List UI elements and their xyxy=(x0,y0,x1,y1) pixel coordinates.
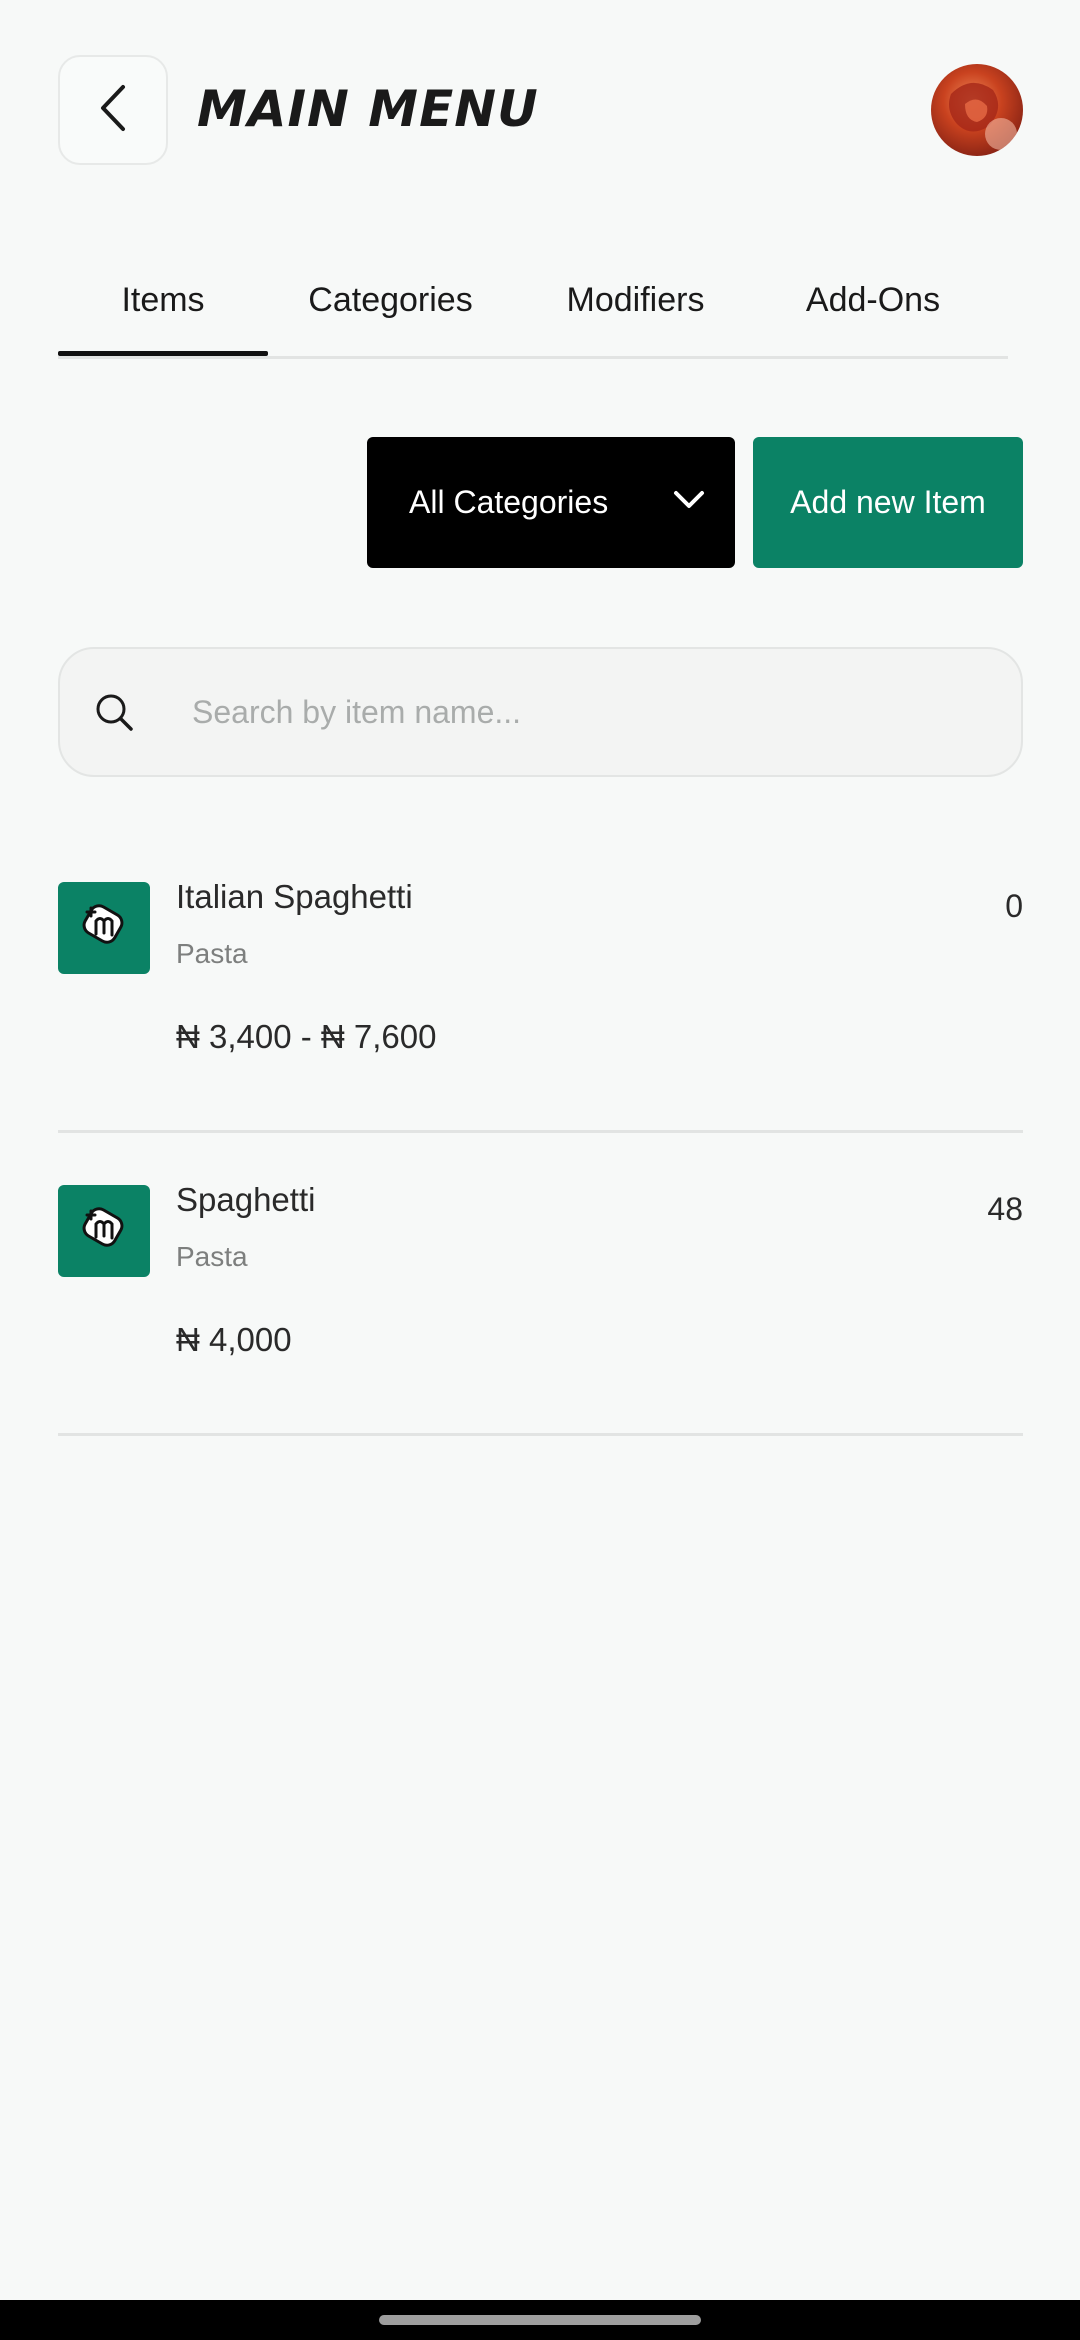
item-price: ₦ 3,400 - ₦ 7,600 xyxy=(176,1018,437,1055)
tabs-divider xyxy=(58,356,1008,359)
item-quantity: 0 xyxy=(1005,888,1023,924)
item-category: Pasta xyxy=(176,1241,248,1272)
active-tab-indicator xyxy=(58,351,268,356)
search-icon xyxy=(90,688,138,736)
menu-logo-icon xyxy=(74,896,134,961)
item-name: Italian Spaghetti xyxy=(176,878,413,915)
chevron-down-icon xyxy=(673,489,705,516)
category-filter-select[interactable]: All Categories xyxy=(367,437,735,568)
tab-bar: Items Categories Modifiers Add-Ons xyxy=(58,268,1008,358)
avatar[interactable] xyxy=(931,64,1023,156)
list-item[interactable]: Spaghetti Pasta ₦ 4,000 48 xyxy=(58,1133,1023,1436)
back-button[interactable] xyxy=(58,55,168,165)
menu-logo-icon xyxy=(74,1199,134,1264)
tab-categories[interactable]: Categories xyxy=(268,268,513,332)
item-quantity: 48 xyxy=(987,1191,1023,1227)
category-filter-value: All Categories xyxy=(409,484,609,520)
tab-items[interactable]: Items xyxy=(58,268,268,332)
item-category: Pasta xyxy=(176,938,248,969)
search-input[interactable] xyxy=(190,692,1021,732)
item-name: Spaghetti xyxy=(176,1181,316,1218)
system-nav-bar xyxy=(0,2300,1080,2340)
item-price: ₦ 4,000 xyxy=(176,1321,292,1358)
home-indicator[interactable] xyxy=(379,2315,701,2325)
item-list: Italian Spaghetti Pasta ₦ 3,400 - ₦ 7,60… xyxy=(58,830,1023,1436)
search-bar[interactable] xyxy=(58,647,1023,777)
add-new-item-button[interactable]: Add new Item xyxy=(753,437,1023,568)
item-thumbnail xyxy=(58,882,150,974)
tab-modifiers[interactable]: Modifiers xyxy=(513,268,758,332)
chevron-left-icon xyxy=(95,83,131,138)
page-title: MAIN MENU xyxy=(197,80,539,138)
tab-add-ons[interactable]: Add-Ons xyxy=(758,268,988,332)
list-item[interactable]: Italian Spaghetti Pasta ₦ 3,400 - ₦ 7,60… xyxy=(58,830,1023,1133)
item-thumbnail xyxy=(58,1185,150,1277)
